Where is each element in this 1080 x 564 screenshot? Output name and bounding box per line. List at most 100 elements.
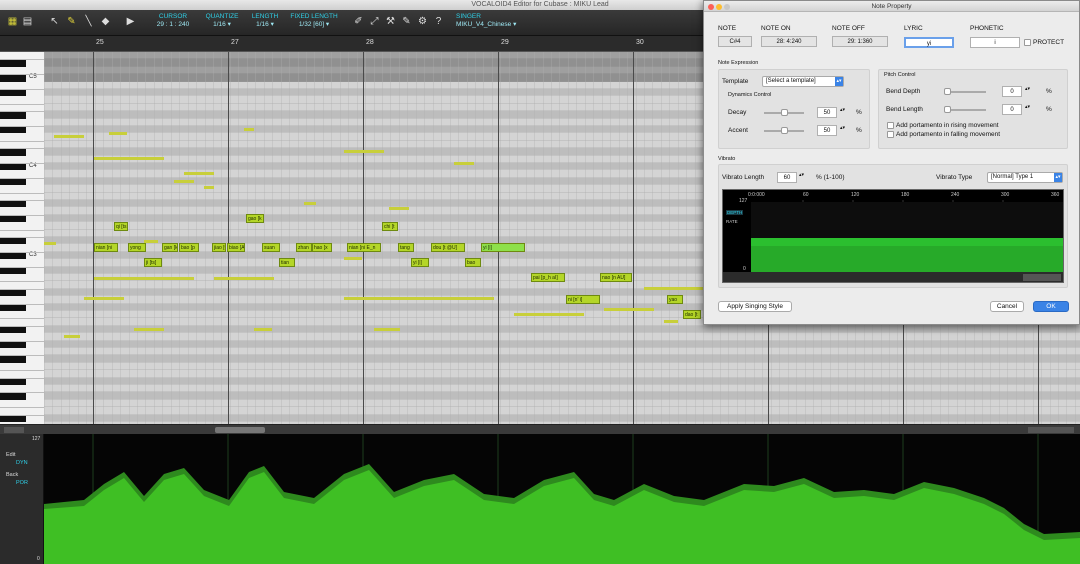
- line-tool-icon[interactable]: ╲: [82, 15, 95, 28]
- minimize-icon[interactable]: [716, 4, 722, 10]
- note[interactable]: yi [i]: [411, 258, 429, 267]
- bend-length-input[interactable]: 0: [1002, 104, 1022, 115]
- cancel-button[interactable]: Cancel: [990, 301, 1024, 312]
- vibrato-length-stepper-icon[interactable]: ▴▾: [799, 172, 804, 178]
- black-key[interactable]: [0, 252, 26, 260]
- black-key[interactable]: [0, 341, 26, 348]
- horizontal-scrollbar[interactable]: [0, 424, 1080, 434]
- eraser-tool-icon[interactable]: ◆: [99, 15, 112, 28]
- note[interactable]: dou [t @U]: [431, 243, 465, 252]
- ok-button[interactable]: OK: [1033, 301, 1069, 312]
- decay-input[interactable]: 50: [817, 107, 837, 118]
- note[interactable]: dao [t: [683, 310, 701, 319]
- vibrato-type-select[interactable]: [Normal] Type 1 ▴▾: [987, 172, 1063, 183]
- vibrato-length-input[interactable]: 60: [777, 172, 797, 183]
- note-selected[interactable]: yi [i]: [481, 243, 525, 252]
- note[interactable]: qi [ts: [114, 222, 128, 231]
- black-key[interactable]: [0, 149, 26, 156]
- note[interactable]: yong: [128, 243, 146, 252]
- bend-length-stepper-icon[interactable]: ▴▾: [1025, 104, 1030, 110]
- phonetic-input[interactable]: i: [970, 37, 1020, 48]
- note[interactable]: gan [k: [162, 243, 178, 252]
- fixed-length-select[interactable]: FIXED LENGTH 1/32 [60] ▾: [289, 13, 339, 29]
- quantize-select[interactable]: QUANTIZE 1/16 ▾: [204, 13, 240, 29]
- zoom-slider[interactable]: [1028, 427, 1074, 433]
- back-param-select[interactable]: POR: [16, 480, 28, 486]
- note[interactable]: chi [t: [382, 222, 398, 231]
- note[interactable]: ni [n' i]: [566, 295, 600, 304]
- note[interactable]: pai [p_h aI]: [531, 273, 565, 282]
- black-key[interactable]: [0, 90, 26, 97]
- note[interactable]: ji [ts]: [144, 258, 162, 267]
- vibrato-rate-tab[interactable]: RATE: [726, 219, 738, 224]
- note[interactable]: tian: [279, 258, 295, 267]
- note[interactable]: nao [n AU]: [600, 273, 632, 282]
- black-key[interactable]: [0, 238, 26, 245]
- vibrato-graph[interactable]: 0:0:000 60 120 180 240 300 360 127 0 DEP…: [722, 189, 1064, 283]
- scroll-left-button[interactable]: [4, 427, 24, 433]
- decay-stepper-icon[interactable]: ▴▾: [840, 107, 845, 113]
- bend-length-slider-knob[interactable]: [944, 106, 951, 113]
- edit-param-select[interactable]: DYN: [16, 460, 28, 466]
- lyric-input[interactable]: yi: [904, 37, 954, 48]
- black-key[interactable]: [0, 326, 26, 334]
- zoom-icon[interactable]: [724, 4, 730, 10]
- scroll-thumb[interactable]: [215, 427, 265, 433]
- length-select[interactable]: LENGTH 1/16 ▾: [250, 13, 280, 29]
- gear-icon[interactable]: ⚙: [416, 15, 429, 28]
- black-key[interactable]: [0, 415, 26, 422]
- note[interactable]: yao: [667, 295, 683, 304]
- accent-input[interactable]: 50: [817, 125, 837, 136]
- note[interactable]: bao: [465, 258, 481, 267]
- protect-checkbox[interactable]: [1024, 39, 1031, 46]
- note[interactable]: bao [p: [179, 243, 199, 252]
- portamento-rising-checkbox[interactable]: [887, 122, 894, 129]
- bend-depth-stepper-icon[interactable]: ▴▾: [1025, 86, 1030, 92]
- dynamics-curve[interactable]: [44, 434, 1080, 564]
- black-key[interactable]: [0, 304, 26, 311]
- black-key[interactable]: [0, 378, 26, 385]
- keyboard-icon[interactable]: ▤: [21, 15, 34, 28]
- black-key[interactable]: [0, 356, 26, 363]
- black-key[interactable]: [0, 60, 26, 67]
- note[interactable]: tang: [398, 243, 414, 252]
- help-icon[interactable]: ?: [432, 15, 445, 28]
- note[interactable]: nian [ni: [94, 243, 118, 252]
- accent-stepper-icon[interactable]: ▴▾: [840, 125, 845, 131]
- black-key[interactable]: [0, 393, 26, 400]
- singer-select[interactable]: SINGER MIKU_V4_Chinese ▾: [456, 13, 528, 29]
- note[interactable]: hao [x: [312, 243, 332, 252]
- vibrato-graph-svg[interactable]: [723, 190, 1063, 282]
- black-key[interactable]: [0, 127, 26, 134]
- pencil-tool-icon[interactable]: ✎: [65, 15, 78, 28]
- note[interactable]: biao [AU]: [227, 243, 245, 252]
- black-key[interactable]: [0, 112, 26, 119]
- template-select[interactable]: [Select a template] ▴▾: [762, 76, 844, 87]
- black-key[interactable]: [0, 75, 26, 82]
- expand-icon[interactable]: ⤢: [368, 15, 381, 28]
- black-key[interactable]: [0, 267, 26, 274]
- decay-slider-knob[interactable]: [781, 109, 788, 116]
- note[interactable]: nian [ni E_n: [347, 243, 381, 252]
- arrow-tool-icon[interactable]: ↖: [48, 15, 61, 28]
- note[interactable]: jiao [ts: [212, 243, 226, 252]
- bend-depth-slider-knob[interactable]: [944, 88, 951, 95]
- black-key[interactable]: [0, 201, 26, 208]
- pen-icon[interactable]: ✐: [352, 15, 365, 28]
- note[interactable]: gao [k: [246, 214, 264, 223]
- black-key[interactable]: [0, 289, 26, 297]
- accent-slider-knob[interactable]: [781, 127, 788, 134]
- close-icon[interactable]: [708, 4, 714, 10]
- black-key[interactable]: [0, 164, 26, 171]
- hammer-icon[interactable]: ⚒: [384, 15, 397, 28]
- black-key[interactable]: [0, 178, 26, 186]
- note[interactable]: zhan: [296, 243, 312, 252]
- piano-keyboard[interactable]: C5 C4 C3: [0, 52, 44, 424]
- play-icon[interactable]: ▶: [124, 15, 137, 28]
- apply-singing-style-button[interactable]: Apply Singing Style: [718, 301, 792, 312]
- note[interactable]: suan: [262, 243, 280, 252]
- vibrato-depth-tab[interactable]: DEPTH: [726, 210, 744, 215]
- edit-icon[interactable]: ✎: [400, 15, 413, 28]
- dynamics-control-graph[interactable]: [44, 434, 1080, 564]
- bend-depth-input[interactable]: 0: [1002, 86, 1022, 97]
